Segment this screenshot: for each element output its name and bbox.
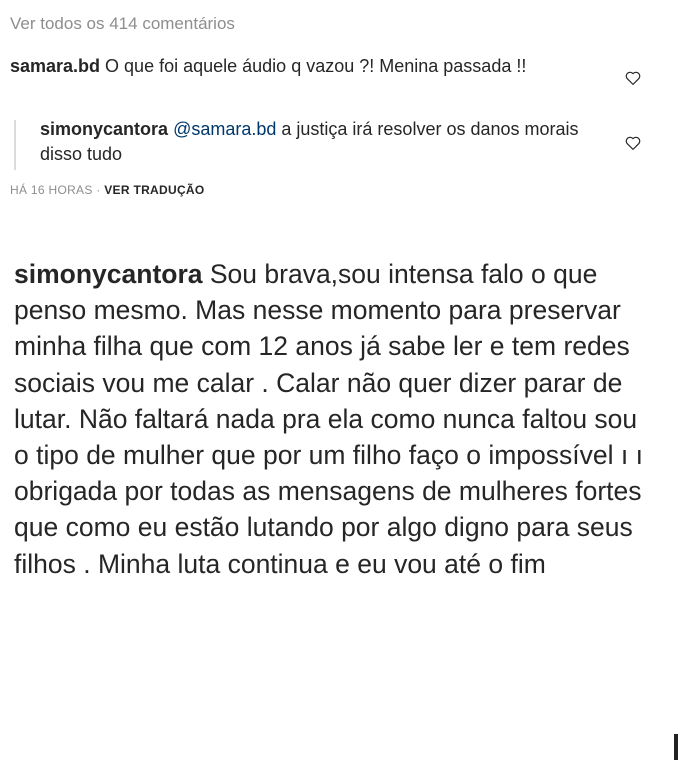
post-caption: simonycantora Sou brava,sou intensa falo… [14, 256, 654, 582]
reply-username[interactable]: simonycantora [40, 119, 168, 139]
comment-samara: samara.bd O que foi aquele áudio q vazou… [10, 54, 600, 79]
caption-username[interactable]: simonycantora [14, 259, 203, 289]
caption-text: Sou brava,sou intensa falo o que penso m… [14, 259, 643, 579]
heart-outline-icon[interactable] [624, 69, 642, 87]
comment-username[interactable]: samara.bd [10, 56, 100, 76]
reply-mention[interactable]: @samara.bd [173, 119, 276, 139]
heart-outline-icon[interactable] [624, 134, 642, 152]
reply-timestamp: HÁ 16 HORAS [10, 183, 93, 197]
reply-thread-line [14, 120, 16, 170]
comment-text: O que foi aquele áudio q vazou ?! Menina… [100, 56, 527, 76]
reply-simonycantora: simonycantora @samara.bd a justiça irá r… [40, 117, 600, 167]
meta-separator: · [92, 183, 105, 197]
reply-meta: HÁ 16 HORAS · VER TRADUÇÃO [10, 183, 205, 197]
view-all-comments-link[interactable]: Ver todos os 414 comentários [10, 14, 235, 34]
scrollbar-fragment [674, 734, 678, 760]
see-translation-button[interactable]: VER TRADUÇÃO [104, 183, 204, 197]
